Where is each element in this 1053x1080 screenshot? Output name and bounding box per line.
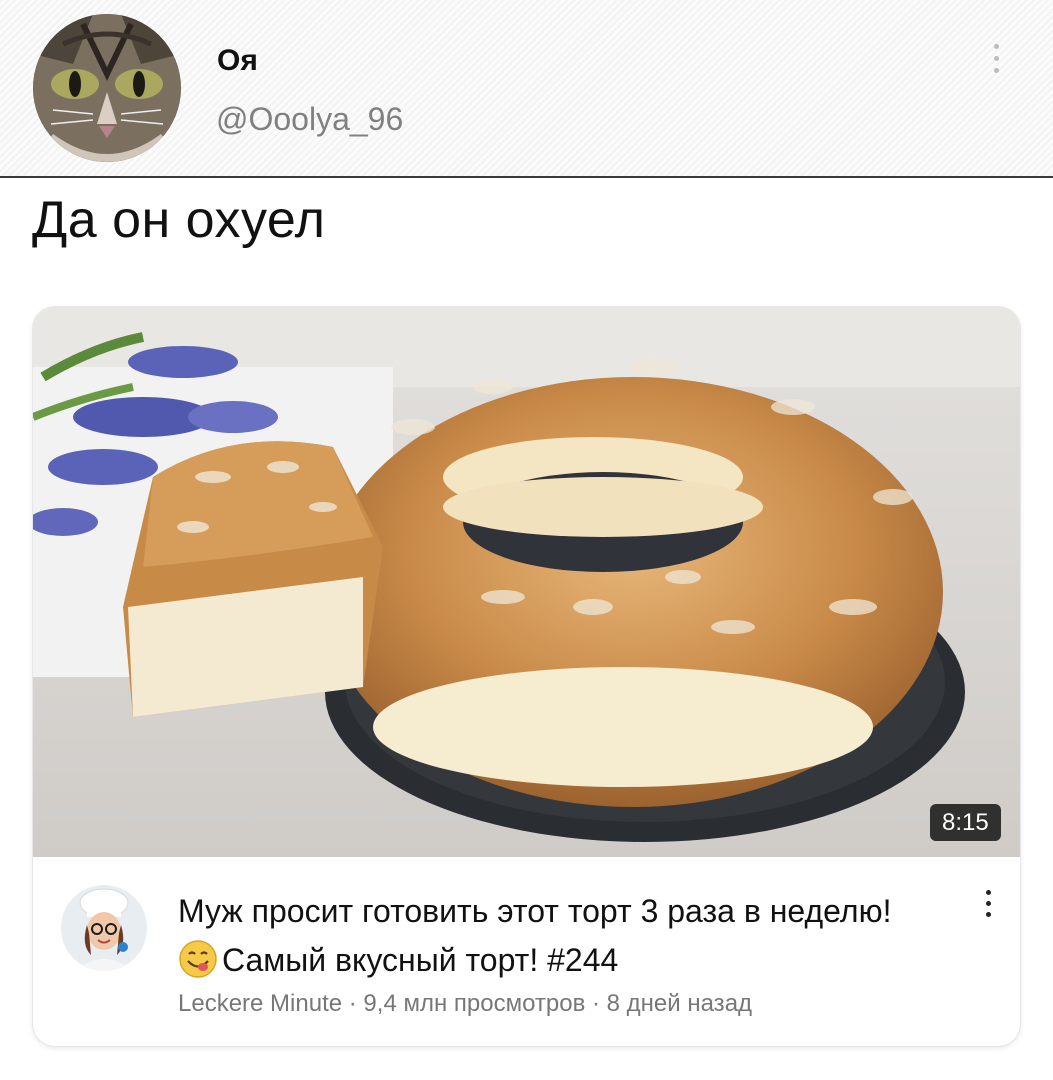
video-title[interactable]: Муж просит готовить этот торт 3 раза в н…: [178, 887, 938, 985]
author-handle[interactable]: @Ooolya_96: [216, 101, 403, 138]
author-avatar[interactable]: [33, 14, 181, 162]
cat-photo: [33, 14, 181, 162]
view-count: 9,4 млн просмотров: [363, 990, 586, 1017]
video-title-part2: Самый вкусный торт! #244: [222, 942, 619, 978]
more-vertical-icon[interactable]: [978, 890, 998, 924]
meta-separator: ·: [342, 990, 364, 1017]
video-card[interactable]: 8:15 Муж просит готовить этот торт 3 раз…: [33, 307, 1020, 1046]
video-title-part1: Муж просит готовить этот торт 3 раза в н…: [178, 893, 892, 929]
cake-slice: [123, 441, 383, 717]
author-name[interactable]: Оя: [217, 44, 258, 78]
more-vertical-icon[interactable]: [986, 44, 1006, 78]
meta-separator: ·: [585, 990, 607, 1017]
chef-avatar: [61, 885, 147, 971]
yum-face-emoji-icon: [178, 939, 218, 979]
channel-avatar[interactable]: [61, 885, 147, 971]
video-duration: 8:15: [930, 804, 1001, 841]
video-meta: Leckere Minute · 9,4 млн просмотров · 8 …: [178, 990, 752, 1018]
upload-age: 8 дней назад: [606, 990, 753, 1017]
cake-illustration: [33, 307, 1020, 857]
tweet-header: Оя @Ooolya_96: [0, 0, 1053, 178]
tweet-text: Да он охуел: [32, 191, 326, 249]
video-thumbnail[interactable]: 8:15: [33, 307, 1020, 857]
channel-name[interactable]: Leckere Minute: [178, 990, 342, 1017]
